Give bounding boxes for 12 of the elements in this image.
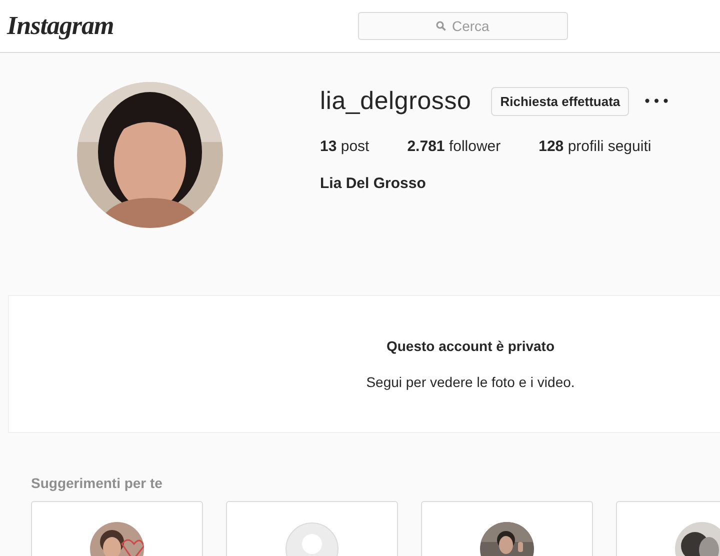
profile-stat: 2.781 follower bbox=[407, 138, 501, 155]
private-message: Segui per vedere le foto e i video. bbox=[366, 374, 575, 390]
profile-stat: 13 post bbox=[320, 138, 370, 155]
more-options-button[interactable]: ••• bbox=[643, 94, 671, 110]
full-name: Lia Del Grosso bbox=[320, 175, 427, 192]
suggestions-title: Suggerimenti per te bbox=[31, 475, 164, 491]
username: lia_delgrosso bbox=[320, 87, 472, 116]
search-field[interactable]: Cerca bbox=[358, 12, 568, 40]
instagram-logo[interactable]: Instagram bbox=[7, 11, 114, 41]
profile-stat: 128 profili seguiti bbox=[538, 138, 652, 155]
private-title: Questo account è privato bbox=[386, 338, 555, 354]
request-sent-button[interactable]: Richiesta effettuata bbox=[491, 87, 630, 116]
